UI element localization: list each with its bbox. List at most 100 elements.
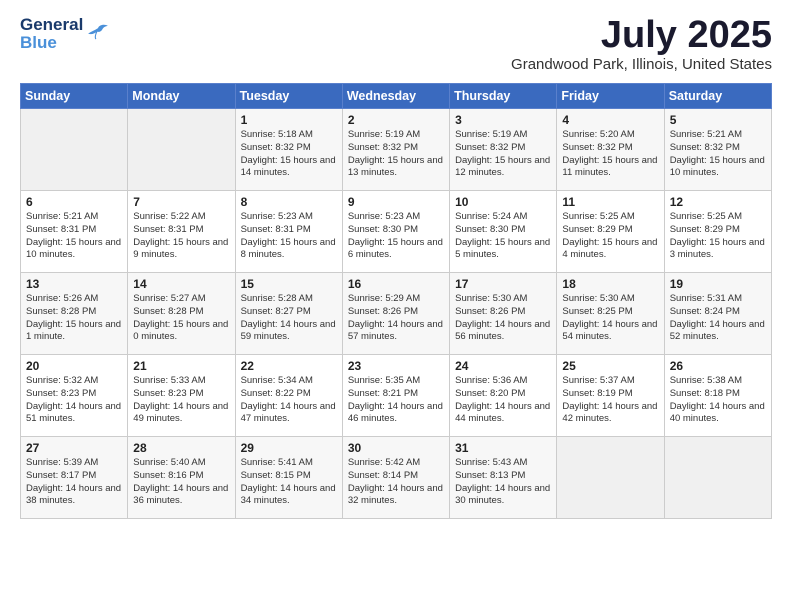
logo-blue: Blue [20, 34, 83, 52]
calendar-cell: 20Sunrise: 5:32 AM Sunset: 8:23 PM Dayli… [21, 355, 128, 437]
day-number: 11 [562, 195, 658, 209]
day-number: 18 [562, 277, 658, 291]
day-info: Sunrise: 5:21 AM Sunset: 8:31 PM Dayligh… [26, 211, 122, 262]
calendar-week-row: 20Sunrise: 5:32 AM Sunset: 8:23 PM Dayli… [21, 355, 772, 437]
day-info: Sunrise: 5:31 AM Sunset: 8:24 PM Dayligh… [670, 293, 766, 344]
day-number: 7 [133, 195, 229, 209]
day-info: Sunrise: 5:28 AM Sunset: 8:27 PM Dayligh… [241, 293, 337, 344]
day-number: 4 [562, 113, 658, 127]
day-info: Sunrise: 5:39 AM Sunset: 8:17 PM Dayligh… [26, 457, 122, 508]
day-number: 3 [455, 113, 551, 127]
day-info: Sunrise: 5:19 AM Sunset: 8:32 PM Dayligh… [455, 129, 551, 180]
calendar-header-monday: Monday [128, 84, 235, 109]
day-number: 1 [241, 113, 337, 127]
calendar-cell: 16 Sunrise: 5:29 AM Sunset: 8:26 PM Dayli… [342, 273, 449, 355]
calendar-cell: 6Sunrise: 5:21 AM Sunset: 8:31 PM Daylig… [21, 191, 128, 273]
calendar-cell: 27Sunrise: 5:39 AM Sunset: 8:17 PM Dayli… [21, 437, 128, 519]
calendar-cell: 17 Sunrise: 5:30 AM Sunset: 8:26 PM Dayli… [450, 273, 557, 355]
day-info: Sunrise: 5:24 AM Sunset: 8:30 PM Dayligh… [455, 211, 551, 262]
day-info: Sunrise: 5:19 AM Sunset: 8:32 PM Dayligh… [348, 129, 444, 180]
calendar-cell: 11 Sunrise: 5:25 AM Sunset: 8:29 PM Dayli… [557, 191, 664, 273]
calendar-header-thursday: Thursday [450, 84, 557, 109]
day-info: Sunrise: 5:34 AM Sunset: 8:22 PM Dayligh… [241, 375, 337, 426]
day-number: 25 [562, 359, 658, 373]
calendar-week-row: 1Sunrise: 5:18 AM Sunset: 8:32 PM Daylig… [21, 109, 772, 191]
logo-bird-icon [87, 21, 109, 43]
calendar-cell [664, 437, 771, 519]
calendar-cell: 14 Sunrise: 5:27 AM Sunset: 8:28 PM Dayli… [128, 273, 235, 355]
day-number: 19 [670, 277, 766, 291]
day-info: Sunrise: 5:29 AM Sunset: 8:26 PM Dayligh… [348, 293, 444, 344]
day-number: 15 [241, 277, 337, 291]
logo-general: General [20, 16, 83, 34]
calendar-cell: 10 Sunrise: 5:24 AM Sunset: 8:30 PM Dayli… [450, 191, 557, 273]
calendar-cell: 19 Sunrise: 5:31 AM Sunset: 8:24 PM Dayli… [664, 273, 771, 355]
calendar-cell: 13Sunrise: 5:26 AM Sunset: 8:28 PM Dayli… [21, 273, 128, 355]
calendar-cell: 30Sunrise: 5:42 AM Sunset: 8:14 PM Dayli… [342, 437, 449, 519]
calendar-week-row: 27Sunrise: 5:39 AM Sunset: 8:17 PM Dayli… [21, 437, 772, 519]
calendar-cell: 9Sunrise: 5:23 AM Sunset: 8:30 PM Daylig… [342, 191, 449, 273]
day-info: Sunrise: 5:36 AM Sunset: 8:20 PM Dayligh… [455, 375, 551, 426]
calendar-cell: 7 Sunrise: 5:22 AM Sunset: 8:31 PM Daylig… [128, 191, 235, 273]
calendar-header-saturday: Saturday [664, 84, 771, 109]
day-number: 16 [348, 277, 444, 291]
day-number: 14 [133, 277, 229, 291]
day-info: Sunrise: 5:21 AM Sunset: 8:32 PM Dayligh… [670, 129, 766, 180]
calendar-cell [557, 437, 664, 519]
calendar-header-friday: Friday [557, 84, 664, 109]
calendar-header-sunday: Sunday [21, 84, 128, 109]
location-title: Grandwood Park, Illinois, United States [511, 56, 772, 73]
day-info: Sunrise: 5:23 AM Sunset: 8:30 PM Dayligh… [348, 211, 444, 262]
calendar-header-tuesday: Tuesday [235, 84, 342, 109]
calendar-table: SundayMondayTuesdayWednesdayThursdayFrid… [20, 83, 772, 519]
calendar-cell: 8Sunrise: 5:23 AM Sunset: 8:31 PM Daylig… [235, 191, 342, 273]
day-info: Sunrise: 5:26 AM Sunset: 8:28 PM Dayligh… [26, 293, 122, 344]
header: General Blue July 2025 Grandwood Park, I… [20, 16, 772, 73]
day-info: Sunrise: 5:22 AM Sunset: 8:31 PM Dayligh… [133, 211, 229, 262]
calendar-cell: 22Sunrise: 5:34 AM Sunset: 8:22 PM Dayli… [235, 355, 342, 437]
day-number: 8 [241, 195, 337, 209]
calendar-cell: 21Sunrise: 5:33 AM Sunset: 8:23 PM Dayli… [128, 355, 235, 437]
title-block: July 2025 Grandwood Park, Illinois, Unit… [511, 16, 772, 73]
logo: General Blue [20, 16, 109, 52]
day-number: 2 [348, 113, 444, 127]
calendar-cell: 12Sunrise: 5:25 AM Sunset: 8:29 PM Dayli… [664, 191, 771, 273]
day-info: Sunrise: 5:41 AM Sunset: 8:15 PM Dayligh… [241, 457, 337, 508]
day-info: Sunrise: 5:42 AM Sunset: 8:14 PM Dayligh… [348, 457, 444, 508]
day-number: 17 [455, 277, 551, 291]
calendar-cell: 31Sunrise: 5:43 AM Sunset: 8:13 PM Dayli… [450, 437, 557, 519]
day-number: 5 [670, 113, 766, 127]
calendar-cell: 28Sunrise: 5:40 AM Sunset: 8:16 PM Dayli… [128, 437, 235, 519]
day-info: Sunrise: 5:27 AM Sunset: 8:28 PM Dayligh… [133, 293, 229, 344]
calendar-week-row: 6Sunrise: 5:21 AM Sunset: 8:31 PM Daylig… [21, 191, 772, 273]
day-info: Sunrise: 5:30 AM Sunset: 8:26 PM Dayligh… [455, 293, 551, 344]
calendar-cell: 2 Sunrise: 5:19 AM Sunset: 8:32 PM Daylig… [342, 109, 449, 191]
calendar-cell: 24 Sunrise: 5:36 AM Sunset: 8:20 PM Dayli… [450, 355, 557, 437]
day-info: Sunrise: 5:32 AM Sunset: 8:23 PM Dayligh… [26, 375, 122, 426]
calendar-cell: 15 Sunrise: 5:28 AM Sunset: 8:27 PM Dayli… [235, 273, 342, 355]
day-number: 10 [455, 195, 551, 209]
month-title: July 2025 [511, 16, 772, 54]
calendar-week-row: 13Sunrise: 5:26 AM Sunset: 8:28 PM Dayli… [21, 273, 772, 355]
calendar-cell: 26Sunrise: 5:38 AM Sunset: 8:18 PM Dayli… [664, 355, 771, 437]
calendar-cell: 29 Sunrise: 5:41 AM Sunset: 8:15 PM Dayli… [235, 437, 342, 519]
day-number: 21 [133, 359, 229, 373]
day-info: Sunrise: 5:30 AM Sunset: 8:25 PM Dayligh… [562, 293, 658, 344]
calendar-cell [128, 109, 235, 191]
day-info: Sunrise: 5:25 AM Sunset: 8:29 PM Dayligh… [670, 211, 766, 262]
day-info: Sunrise: 5:25 AM Sunset: 8:29 PM Dayligh… [562, 211, 658, 262]
calendar-cell: 4 Sunrise: 5:20 AM Sunset: 8:32 PM Daylig… [557, 109, 664, 191]
day-info: Sunrise: 5:43 AM Sunset: 8:13 PM Dayligh… [455, 457, 551, 508]
calendar-header-wednesday: Wednesday [342, 84, 449, 109]
calendar-cell [21, 109, 128, 191]
calendar-header-row: SundayMondayTuesdayWednesdayThursdayFrid… [21, 84, 772, 109]
day-info: Sunrise: 5:37 AM Sunset: 8:19 PM Dayligh… [562, 375, 658, 426]
day-number: 24 [455, 359, 551, 373]
calendar-cell: 18 Sunrise: 5:30 AM Sunset: 8:25 PM Dayli… [557, 273, 664, 355]
day-number: 29 [241, 441, 337, 455]
day-number: 23 [348, 359, 444, 373]
day-info: Sunrise: 5:20 AM Sunset: 8:32 PM Dayligh… [562, 129, 658, 180]
day-number: 28 [133, 441, 229, 455]
day-info: Sunrise: 5:38 AM Sunset: 8:18 PM Dayligh… [670, 375, 766, 426]
calendar-cell: 25 Sunrise: 5:37 AM Sunset: 8:19 PM Dayli… [557, 355, 664, 437]
